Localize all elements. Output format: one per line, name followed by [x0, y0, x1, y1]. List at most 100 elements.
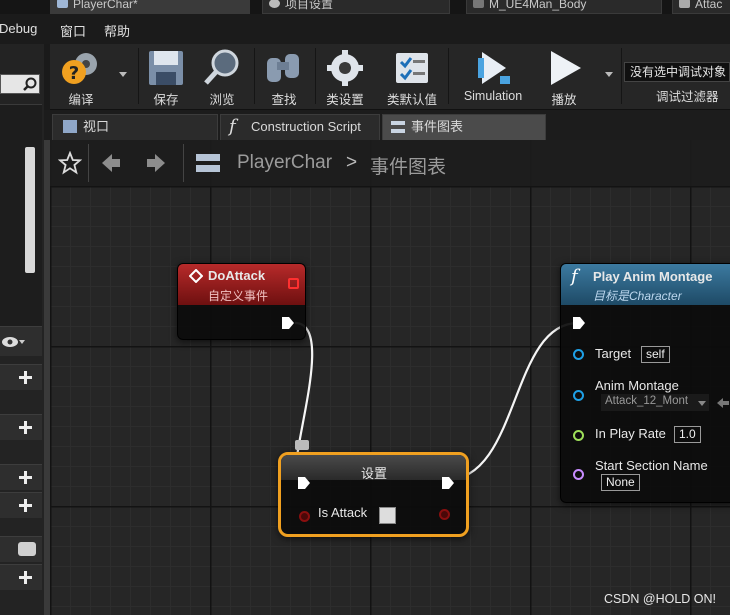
add-event-icon[interactable] — [18, 570, 33, 585]
breadcrumb-separator: > — [346, 152, 358, 173]
target-value[interactable]: self — [641, 346, 670, 363]
anim-montage-label: Anim Montage — [595, 378, 679, 393]
forward-arrow-icon[interactable] — [145, 152, 167, 174]
panel-section-variables[interactable] — [0, 492, 42, 518]
menu-debug[interactable]: Debug — [0, 21, 37, 36]
event-icon — [189, 269, 203, 283]
exec-in-pin[interactable] — [297, 476, 311, 490]
menu-help[interactable]: 帮助 — [104, 21, 130, 40]
tab-viewport[interactable]: 视口 — [52, 114, 218, 140]
delegate-pin[interactable] — [288, 278, 299, 289]
play-rate-input[interactable]: 1.0 — [674, 426, 701, 443]
set-variable-node[interactable]: 设置 Is Attack — [278, 452, 469, 537]
play-rate-pin[interactable] — [573, 430, 584, 441]
document-tab-strip: PlayerChar* 项目设置 M_UE4Man_Body Attac — [0, 0, 730, 14]
toolbar-separator — [621, 48, 622, 104]
use-selected-arrow-icon[interactable] — [716, 397, 730, 409]
add-macro-icon[interactable] — [18, 470, 33, 485]
target-pin[interactable] — [573, 349, 584, 360]
compile-button[interactable]: ? 编译 — [50, 44, 112, 110]
menu-bar: Debug 窗口 帮助 — [0, 14, 730, 44]
compile-label: 编译 — [68, 93, 94, 107]
anim-montage-select[interactable]: Attack_12_Mont — [601, 394, 709, 411]
my-blueprint-panel — [0, 44, 44, 615]
node-subtitle: 自定义事件 — [208, 289, 269, 303]
find-button[interactable]: 查找 — [260, 44, 308, 110]
simulation-label: Simulation — [463, 89, 523, 103]
anim-montage-pin[interactable] — [573, 390, 584, 401]
exec-in-pin[interactable] — [572, 316, 586, 330]
tab-project-settings-label: 项目设置 — [285, 0, 334, 11]
add-graph-icon[interactable] — [18, 370, 33, 385]
anim-montage-caret[interactable] — [698, 401, 706, 406]
bool-out-pin[interactable] — [439, 509, 450, 520]
play-options-caret[interactable] — [605, 72, 613, 77]
binoculars-icon — [267, 54, 299, 82]
toolbar-separator — [183, 144, 184, 182]
exec-out-pin[interactable] — [441, 476, 455, 490]
class-settings-button[interactable]: 类设置 — [320, 44, 370, 110]
editor-tab-bar: 视口 f Construction Script 事件图表 — [44, 110, 730, 140]
play-anim-montage-node[interactable]: f Play Anim Montage 目标是Character Target … — [560, 263, 730, 503]
tab-viewport-label: 视口 — [83, 119, 110, 134]
class-defaults-button[interactable]: 类默认值 — [382, 44, 442, 110]
do-attack-event-node[interactable]: DoAttack 自定义事件 — [177, 263, 306, 340]
debug-object-select[interactable]: 没有选中调试对象 — [624, 62, 730, 82]
node-subtitle: 目标是Character — [593, 289, 682, 303]
tab-playerchar[interactable]: PlayerChar* — [50, 0, 250, 14]
panel-section-events[interactable] — [0, 564, 42, 590]
tab-event-graph-label: 事件图表 — [411, 119, 464, 134]
tab-construction-script-label: Construction Script — [251, 119, 361, 134]
eye-icon[interactable] — [0, 335, 26, 349]
node-title: DoAttack — [208, 268, 266, 283]
watermark: CSDN @HOLD ON! — [604, 592, 717, 606]
tab-construction-script[interactable]: f Construction Script — [220, 114, 380, 140]
save-icon — [149, 51, 183, 85]
back-arrow-icon[interactable] — [100, 152, 122, 174]
components-list[interactable] — [0, 104, 42, 334]
panel-section-dispatchers[interactable] — [0, 536, 42, 562]
tab-attack[interactable]: Attac — [672, 0, 730, 14]
blueprint-icon — [57, 0, 68, 8]
exec-out-pin[interactable] — [281, 316, 295, 330]
node-comment-bubble[interactable] — [295, 440, 309, 450]
star-icon[interactable] — [58, 151, 82, 175]
save-button[interactable]: 保存 — [142, 44, 190, 110]
breadcrumb-graph[interactable]: 事件图表 — [370, 152, 446, 179]
add-variable-icon[interactable] — [18, 498, 33, 513]
add-function-icon[interactable] — [18, 420, 33, 435]
toolbar-separator — [88, 144, 89, 182]
panel-section-macros[interactable] — [0, 464, 42, 490]
class-defaults-label: 类默认值 — [386, 93, 437, 107]
node-title: Play Anim Montage — [593, 269, 713, 284]
tab-event-graph[interactable]: 事件图表 — [382, 114, 546, 140]
panel-section-functions[interactable] — [0, 414, 42, 440]
tab-project-settings[interactable]: 项目设置 — [262, 0, 450, 14]
toolbar-separator — [254, 48, 255, 104]
simulation-button[interactable]: Simulation — [454, 44, 532, 110]
tab-material-label: M_UE4Man_Body — [489, 0, 587, 11]
bool-in-pin[interactable] — [299, 511, 310, 522]
start-section-input[interactable]: None — [601, 474, 640, 491]
tab-material[interactable]: M_UE4Man_Body — [466, 0, 662, 14]
play-rate-label: In Play Rate — [595, 426, 666, 441]
animation-icon — [679, 0, 690, 8]
folder-icon — [18, 542, 36, 556]
toolbar-separator — [315, 48, 316, 104]
menu-window[interactable]: 窗口 — [60, 21, 86, 40]
compile-options-caret[interactable] — [119, 72, 127, 77]
browse-label: 浏览 — [209, 93, 235, 107]
play-icon — [551, 51, 581, 85]
browse-button[interactable]: 浏览 — [198, 44, 246, 110]
panel-section-graphs[interactable] — [0, 364, 42, 390]
event-graph-icon — [196, 154, 220, 172]
scrollbar[interactable] — [25, 147, 35, 273]
debug-filter-label: 调试过滤器 — [656, 90, 719, 104]
breadcrumb-blueprint[interactable]: PlayerChar — [237, 152, 332, 174]
simulate-icon — [478, 52, 510, 84]
svg-text:?: ? — [69, 63, 79, 84]
play-button[interactable]: 播放 — [540, 44, 588, 110]
search-input[interactable] — [0, 74, 40, 94]
bool-checkbox[interactable] — [379, 507, 396, 524]
start-section-pin[interactable] — [573, 469, 584, 480]
